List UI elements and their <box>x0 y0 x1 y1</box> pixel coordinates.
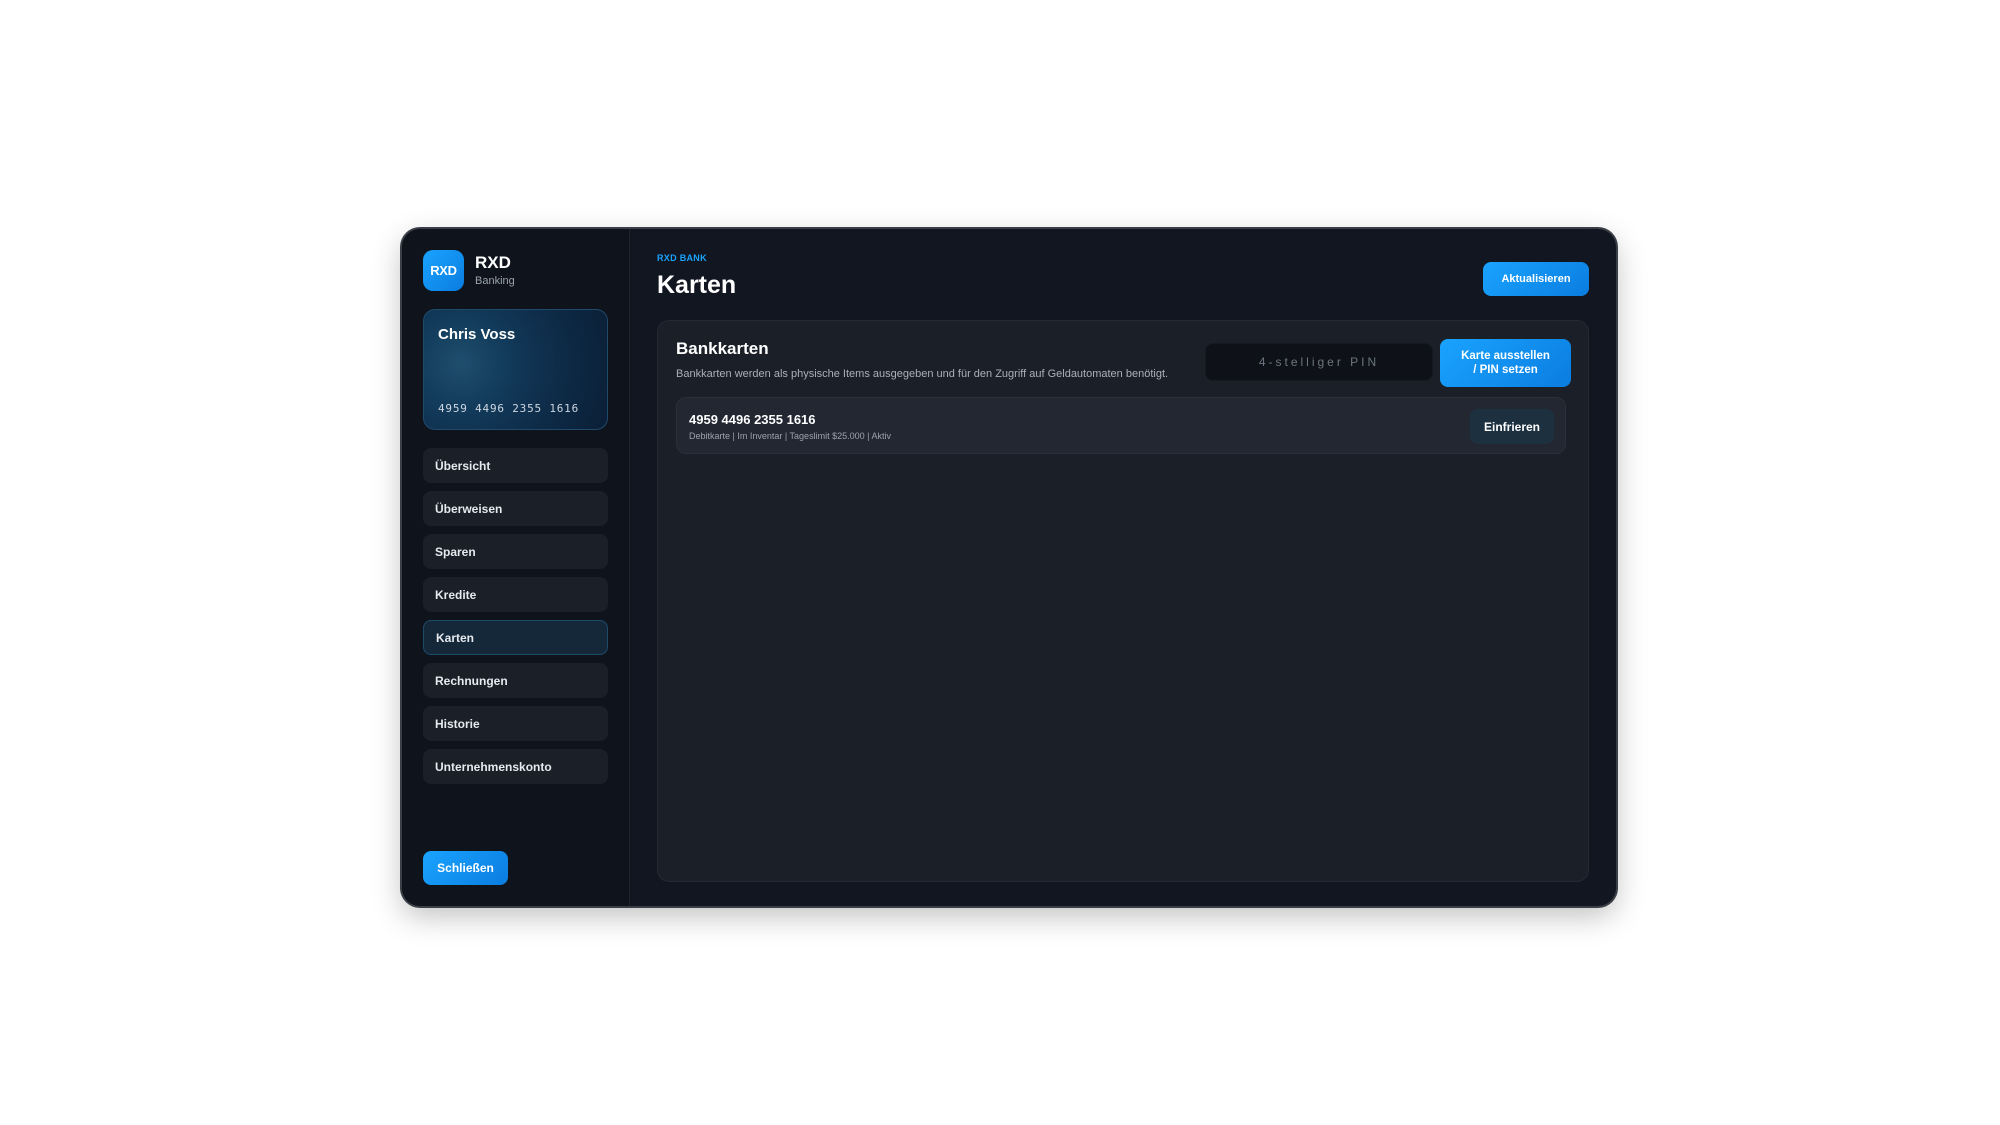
sidebar-nav: Übersicht Überweisen Sparen Kredite Kart… <box>423 448 608 784</box>
brand-subtitle: Banking <box>475 274 515 287</box>
sidebar-item-rechnungen[interactable]: Rechnungen <box>423 663 608 698</box>
account-card: Chris Voss 4959 4496 2355 1616 <box>423 309 608 430</box>
card-number: 4959 4496 2355 1616 <box>689 412 816 427</box>
section-eyebrow: RXD BANK <box>657 253 707 263</box>
refresh-button[interactable]: Aktualisieren <box>1483 262 1589 296</box>
pin-input[interactable] <box>1205 343 1433 381</box>
sidebar: RXD RXD Banking Chris Voss 4959 4496 235… <box>402 229 630 906</box>
freeze-card-button[interactable]: Einfrieren <box>1470 409 1554 444</box>
sidebar-item-historie[interactable]: Historie <box>423 706 608 741</box>
account-holder-name: Chris Voss <box>438 326 516 343</box>
bank-window: RXD RXD Banking Chris Voss 4959 4496 235… <box>402 229 1616 906</box>
brand-name: RXD <box>475 252 511 272</box>
close-button[interactable]: Schließen <box>423 851 508 885</box>
card-list-item: 4959 4496 2355 1616 Debitkarte | Im Inve… <box>676 397 1566 454</box>
card-meta: Debitkarte | Im Inventar | Tageslimit $2… <box>689 431 891 441</box>
brand-text: RXD Banking <box>475 253 515 288</box>
sidebar-item-kredite[interactable]: Kredite <box>423 577 608 612</box>
page-title: Karten <box>657 271 737 299</box>
sidebar-item-ueberweisen[interactable]: Überweisen <box>423 491 608 526</box>
brand-logo: RXD <box>423 249 464 291</box>
panel-title: Bankkarten <box>676 339 769 358</box>
sidebar-item-karten[interactable]: Karten <box>423 620 608 655</box>
sidebar-item-sparen[interactable]: Sparen <box>423 534 608 569</box>
bank-cards-panel: Bankkarten Bankkarten werden als physisc… <box>657 320 1589 882</box>
issue-card-button[interactable]: Karte ausstellen / PIN setzen <box>1440 339 1571 387</box>
panel-description: Bankkarten werden als physische Items au… <box>676 368 1169 380</box>
sidebar-item-unternehmenskonto[interactable]: Unternehmenskonto <box>423 749 608 784</box>
main-content: RXD BANK Karten Aktualisieren Bankkarten… <box>630 229 1616 906</box>
account-card-number: 4959 4496 2355 1616 <box>438 402 580 415</box>
brand: RXD RXD Banking <box>423 249 608 291</box>
sidebar-item-uebersicht[interactable]: Übersicht <box>423 448 608 483</box>
